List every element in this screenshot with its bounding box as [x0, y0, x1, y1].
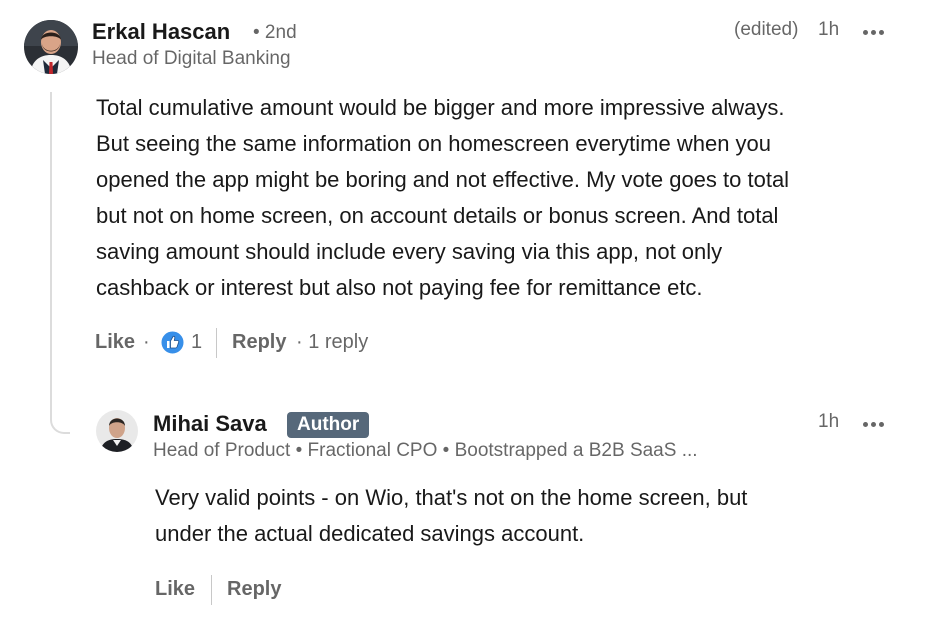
action-divider	[211, 575, 212, 605]
comment-body: Total cumulative amount would be bigger …	[96, 90, 916, 306]
comment-body-line: saving amount should include every savin…	[96, 239, 723, 264]
comment-body-line: but not on home screen, on account detai…	[96, 203, 779, 228]
reaction-count[interactable]: 1	[191, 331, 202, 354]
thread-connector-line	[50, 92, 70, 434]
reply-body: Very valid points - on Wio, that's not o…	[155, 480, 895, 552]
reply-like-button[interactable]: Like	[155, 578, 195, 601]
edited-label: (edited)	[734, 19, 799, 40]
connection-degree: • 2nd	[253, 22, 297, 43]
reply-timestamp: 1h	[818, 411, 840, 432]
author-badge: Author	[287, 412, 370, 438]
avatar[interactable]	[96, 410, 138, 452]
comment-body-line: cashback or interest but also not paying…	[96, 275, 703, 300]
comment-author-headline: Head of Digital Banking	[92, 48, 291, 69]
reply-author-headline: Head of Product • Fractional CPO • Boots…	[153, 440, 698, 461]
more-options-icon[interactable]	[862, 24, 890, 40]
comment-body-line: opened the app might be boring and not e…	[96, 167, 790, 192]
action-divider	[216, 328, 217, 358]
avatar[interactable]	[24, 20, 78, 74]
more-options-icon[interactable]	[862, 416, 890, 432]
reply-author-name[interactable]: Mihai Sava	[153, 411, 267, 437]
avatar-mihai-photo	[96, 410, 138, 452]
comment-body-line: Total cumulative amount would be bigger …	[96, 95, 785, 120]
reply-button[interactable]: Reply	[232, 331, 286, 354]
like-button[interactable]: Like	[95, 331, 135, 354]
separator-dot: ·	[143, 331, 150, 353]
comment-body-line: But seeing the same information on homes…	[96, 131, 772, 156]
reply-body-line: Very valid points - on Wio, that's not o…	[155, 485, 748, 510]
replies-count-link[interactable]: · 1 reply	[296, 331, 368, 354]
reply-body-line: under the actual dedicated savings accou…	[155, 521, 585, 546]
comment-timestamp: 1h	[818, 19, 840, 40]
like-reaction-icon[interactable]	[160, 330, 185, 355]
comment-author-name[interactable]: Erkal Hascan	[92, 19, 230, 45]
avatar-erkal-photo	[24, 20, 78, 74]
reply-reply-button[interactable]: Reply	[227, 578, 281, 601]
